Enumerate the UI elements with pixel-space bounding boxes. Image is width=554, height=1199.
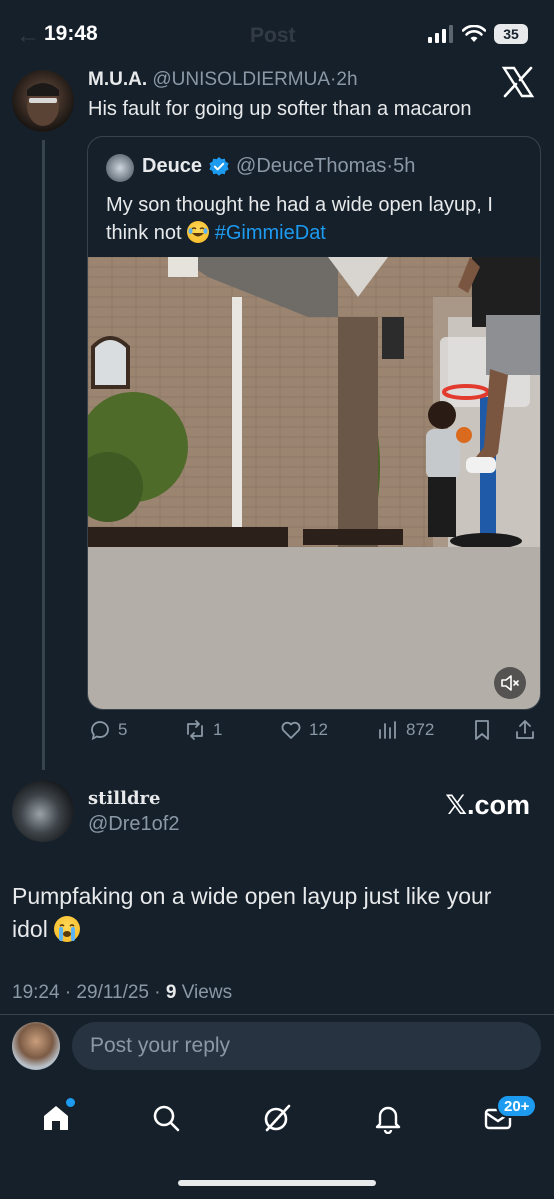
reply-count: 5	[118, 720, 128, 739]
avatar[interactable]	[12, 780, 74, 842]
tweet-header: M.U.A. @UNISOLDIERMUA·2h	[88, 69, 358, 91]
avatar[interactable]	[106, 154, 134, 182]
repost-button[interactable]: 1	[183, 718, 222, 742]
status-time: 19:48	[44, 22, 98, 45]
author-name[interactable]: Deuce	[142, 155, 202, 178]
timestamp: 19:24 · 29/11/25 ·	[12, 982, 166, 1003]
heart-icon	[281, 721, 301, 739]
x-logo-icon[interactable]	[500, 64, 536, 100]
bookmark-icon	[475, 720, 489, 740]
header-title: Post	[250, 24, 296, 47]
like-button[interactable]: 12	[279, 718, 328, 742]
crying-emoji-icon	[54, 916, 81, 942]
speaker-muted-icon	[501, 675, 519, 691]
author-handle[interactable]: @UNISOLDIERMUA	[152, 69, 330, 90]
avatar[interactable]	[12, 1022, 60, 1070]
video-frame-image	[88, 257, 540, 709]
bookmark-button[interactable]	[470, 718, 494, 742]
bottom-nav	[0, 1090, 554, 1146]
mute-button[interactable]	[494, 667, 526, 699]
reply-icon	[91, 721, 109, 741]
tweet-meta: 19:24 · 29/11/25 · 9 Views	[12, 982, 232, 1004]
author-handle[interactable]: @Dre1of2	[88, 813, 179, 836]
tweet-text: Pumpfaking on a wide open layup just lik…	[12, 880, 532, 946]
quoted-tweet-text: My son thought he had a wide open layup,…	[106, 191, 526, 247]
avatar[interactable]	[12, 70, 74, 132]
grok-icon	[264, 1104, 291, 1132]
notification-dot	[66, 1098, 75, 1107]
views-chart-icon	[379, 721, 396, 739]
views-label: Views	[176, 982, 233, 1003]
wifi-icon	[462, 25, 486, 42]
source-label: 𝕏.com	[445, 790, 530, 820]
views-button[interactable]: 872	[376, 718, 434, 742]
home-indicator	[178, 1180, 376, 1186]
share-button[interactable]	[513, 718, 537, 742]
nav-grok[interactable]	[257, 1098, 297, 1138]
views-count[interactable]: 9	[166, 982, 177, 1003]
verified-badge-icon	[209, 156, 229, 176]
author-handle[interactable]: @DeuceThomas	[236, 155, 386, 177]
reply-placeholder: Post your reply	[90, 1034, 231, 1057]
thread-line	[42, 140, 45, 770]
like-count: 12	[309, 720, 328, 739]
bell-icon	[375, 1106, 401, 1134]
tweet-time: 5h	[393, 155, 416, 177]
share-icon	[516, 720, 534, 739]
tweet-time: 2h	[336, 69, 358, 90]
cellular-signal-icon	[428, 25, 453, 43]
quoted-tweet-card[interactable]: Deuce @DeuceThomas·5h My son thought he …	[87, 136, 541, 710]
battery-indicator: 35	[494, 24, 528, 44]
avatar-face-icon	[27, 83, 59, 126]
nav-search[interactable]	[146, 1098, 186, 1138]
nav-home[interactable]	[36, 1098, 76, 1138]
tweet-actions: 5 1 12 872	[88, 718, 542, 748]
status-indicators: 35	[428, 24, 528, 44]
tweet-text: His fault for going up softer than a mac…	[88, 98, 472, 120]
search-icon	[153, 1105, 180, 1132]
reply-text-body: Pumpfaking on a wide open layup just lik…	[12, 883, 492, 942]
repost-count: 1	[213, 720, 223, 739]
video-media[interactable]	[88, 257, 540, 709]
reply-input[interactable]: Post your reply	[72, 1022, 541, 1070]
hashtag-link[interactable]: #GimmieDat	[215, 222, 326, 244]
views-count: 872	[406, 720, 435, 739]
repost-icon	[187, 720, 203, 740]
author-name[interactable]: M.U.A.	[88, 69, 147, 90]
divider	[0, 1014, 554, 1015]
laughing-emoji-icon	[187, 221, 210, 243]
reply-button[interactable]: 5	[88, 718, 127, 742]
home-icon	[44, 1106, 68, 1130]
nav-notifications[interactable]	[368, 1098, 408, 1138]
author-name[interactable]: stilldre	[88, 788, 160, 809]
back-arrow-icon[interactable]: ←	[16, 22, 40, 50]
quoted-tweet-header: Deuce @DeuceThomas·5h	[142, 155, 415, 178]
messages-badge: 20+	[496, 1094, 538, 1118]
